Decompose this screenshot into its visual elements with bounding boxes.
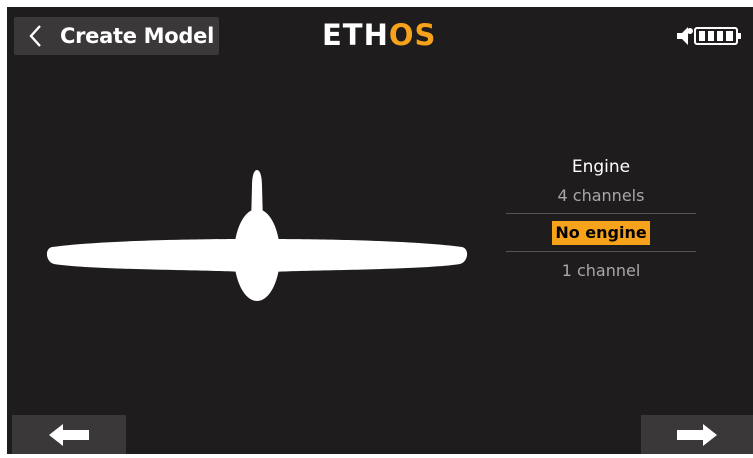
engine-option-4-channels[interactable]: 4 channels	[506, 179, 696, 213]
next-button[interactable]	[641, 415, 753, 454]
engine-option-label: No engine	[552, 221, 650, 245]
page-title: Create Model	[60, 24, 214, 48]
battery-icon	[694, 27, 741, 45]
device-frame: Create Model ETHOS Engine 4 channels No …	[0, 0, 753, 458]
ethos-logo: ETHOS	[322, 19, 436, 51]
engine-option-no-engine[interactable]: No engine	[506, 214, 696, 251]
previous-button[interactable]	[12, 415, 126, 454]
airplane-front-view-icon	[46, 170, 468, 301]
back-button[interactable]: Create Model	[14, 17, 219, 55]
engine-option-label: 4 channels	[557, 186, 645, 205]
speaker-icon	[677, 27, 693, 45]
status-icons	[677, 27, 741, 45]
screen: Create Model ETHOS Engine 4 channels No …	[7, 7, 753, 454]
arrow-right-icon	[677, 424, 717, 446]
engine-selector: Engine 4 channels No engine 1 channel	[506, 155, 696, 289]
logo-primary-text: ETH	[322, 18, 389, 52]
engine-option-label: 1 channel	[561, 261, 641, 280]
engine-option-1-channel[interactable]: 1 channel	[506, 252, 696, 289]
arrow-left-icon	[49, 424, 89, 446]
top-bar: Create Model ETHOS	[7, 7, 753, 63]
chevron-left-icon	[29, 25, 41, 47]
logo-accent-text: OS	[388, 18, 437, 52]
engine-heading: Engine	[571, 157, 631, 177]
